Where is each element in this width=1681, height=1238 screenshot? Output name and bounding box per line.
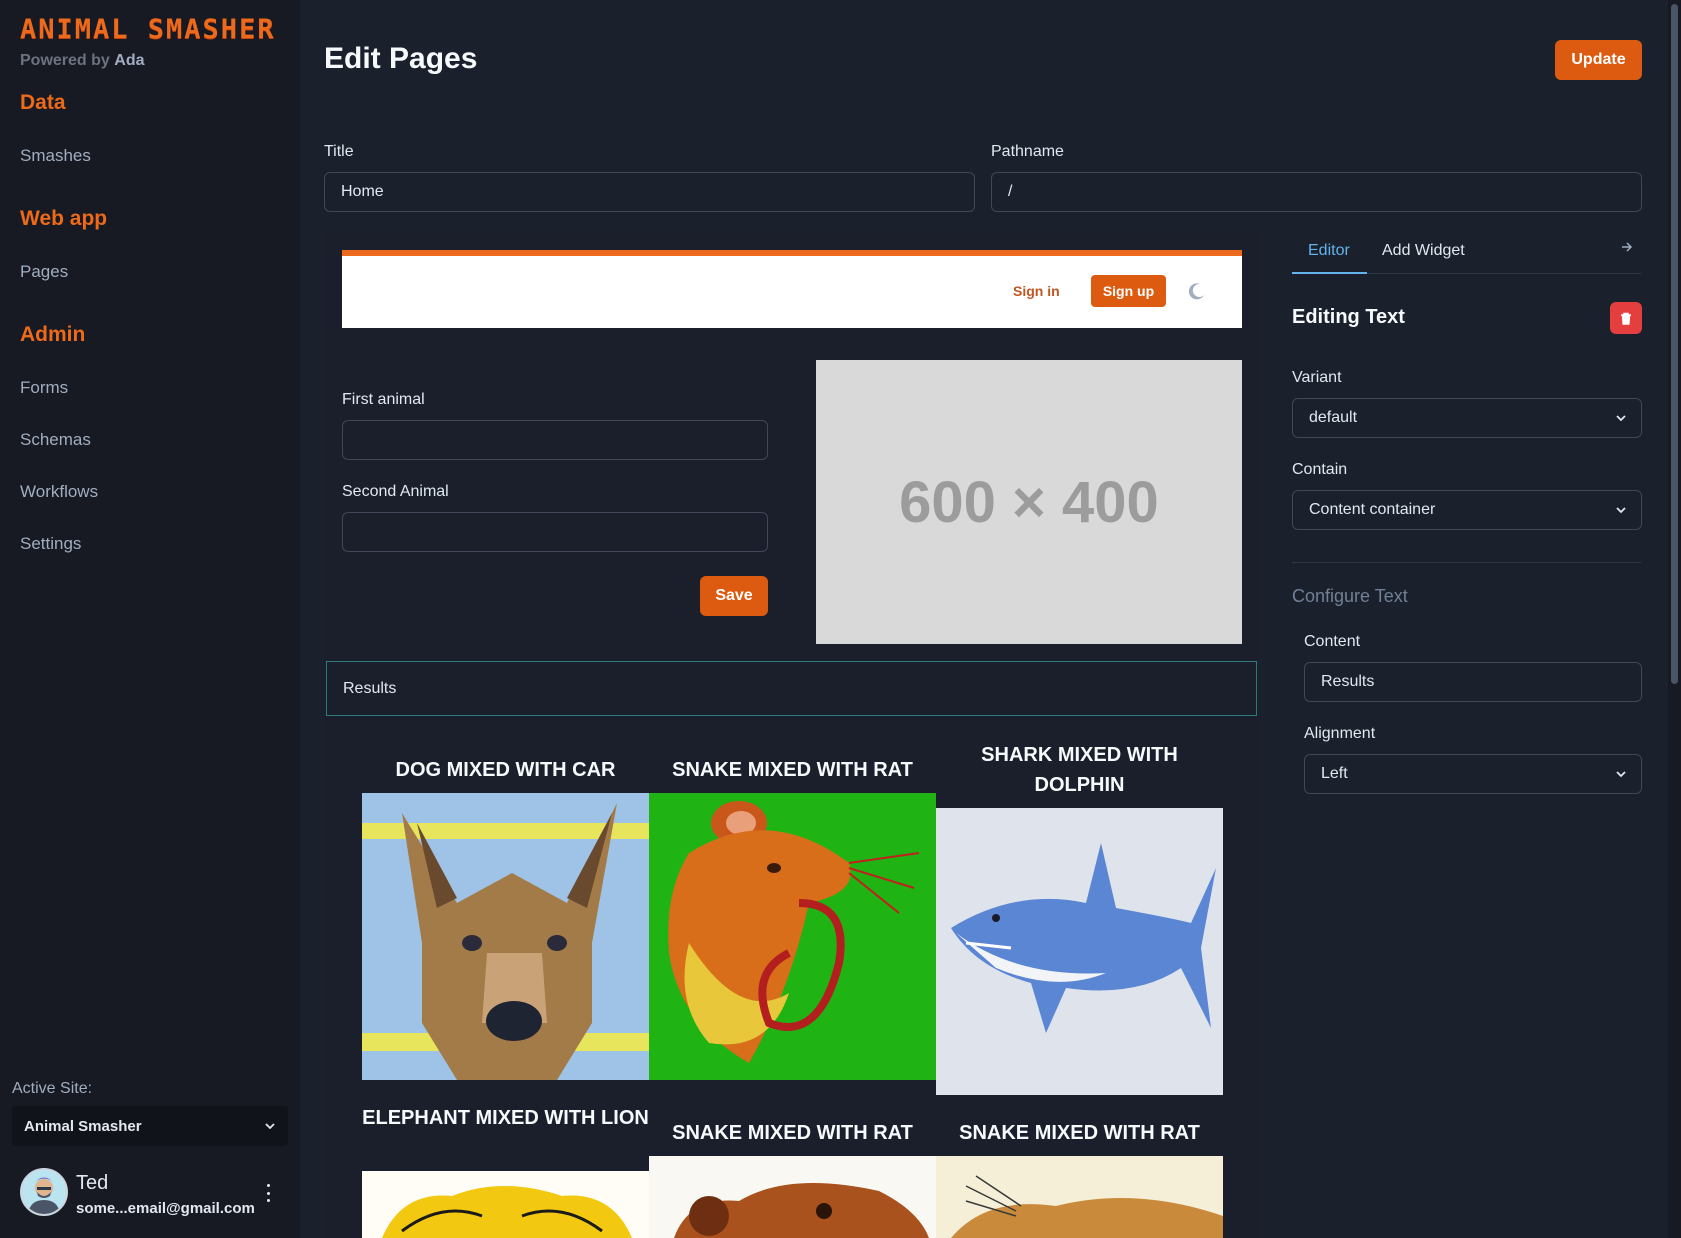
pathname-input[interactable]: / (991, 172, 1642, 212)
alignment-label: Alignment (1304, 725, 1376, 742)
card-image-snake-rat-3[interactable] (936, 1156, 1223, 1238)
alignment-select[interactable]: Left (1304, 754, 1642, 794)
chevron-down-icon (1616, 415, 1626, 422)
moon-icon[interactable] (1188, 282, 1206, 300)
scrollbar[interactable] (1668, 0, 1681, 1238)
signin-link[interactable]: Sign in (1013, 283, 1060, 299)
sidebar-item-forms[interactable]: Forms (20, 378, 68, 398)
sidebar: ANIMAL SMASHER Powered by Ada Data Smash… (0, 0, 300, 1238)
card-title: ELEPHANT MIXED WITH LION (362, 1107, 649, 1129)
scrollbar-thumb[interactable] (1671, 4, 1678, 684)
card-title: DOG MIXED WITH CAR (395, 759, 616, 781)
brand-logo: ANIMAL SMASHER (20, 14, 276, 45)
trash-icon (1621, 312, 1631, 325)
tab-editor[interactable]: Editor (1308, 242, 1350, 260)
active-tab-indicator (1292, 272, 1367, 274)
configure-heading: Configure Text (1292, 586, 1408, 606)
title-input[interactable]: Home (324, 172, 975, 212)
alignment-value: Left (1321, 765, 1348, 782)
section-web-app: Web app (20, 207, 108, 230)
results-text-widget[interactable]: Results (326, 661, 1257, 716)
editor-tabs: Editor Add Widget (1292, 236, 1641, 274)
arrow-right-icon[interactable] (1620, 240, 1634, 254)
pathname-label: Pathname (991, 143, 1064, 160)
save-button[interactable]: Save (700, 576, 768, 616)
more-vertical-icon[interactable] (262, 1184, 274, 1202)
contain-value: Content container (1309, 501, 1436, 518)
avatar[interactable] (20, 1168, 68, 1216)
contain-select[interactable]: Content container (1292, 490, 1642, 530)
tab-add-widget[interactable]: Add Widget (1382, 242, 1465, 260)
first-animal-input[interactable] (342, 420, 768, 460)
sidebar-item-settings[interactable]: Settings (20, 534, 81, 554)
chevron-down-icon (1616, 507, 1626, 514)
placeholder-image[interactable]: 600 × 400 (816, 360, 1242, 644)
card-image-snake-rat-2[interactable] (649, 1156, 936, 1238)
sidebar-item-schemas[interactable]: Schemas (20, 430, 91, 450)
card-image-snake-rat[interactable] (649, 793, 936, 1080)
contain-label: Contain (1292, 461, 1348, 478)
editing-title: Editing Text (1292, 306, 1405, 328)
delete-widget-button[interactable] (1610, 302, 1642, 334)
section-data: Data (20, 91, 66, 114)
page-title: Edit Pages (324, 42, 478, 75)
content-input[interactable]: Results (1304, 662, 1642, 702)
variant-select[interactable]: default (1292, 398, 1642, 438)
variant-value: default (1309, 409, 1358, 426)
signup-button[interactable]: Sign up (1091, 275, 1166, 307)
card-title: SNAKE MIXED WITH RAT (672, 759, 913, 781)
first-animal-label: First animal (342, 391, 425, 408)
active-site-value: Animal Smasher (24, 1117, 142, 1135)
card-title: SNAKE MIXED WITH RAT (959, 1122, 1200, 1144)
powered-name: Ada (114, 52, 145, 69)
second-animal-input[interactable] (342, 512, 768, 552)
section-admin: Admin (20, 323, 86, 346)
title-label: Title (324, 143, 354, 160)
user-email: some...email@gmail.com (76, 1200, 255, 1217)
active-site-select[interactable]: Animal Smasher (12, 1106, 288, 1146)
sidebar-item-smashes[interactable]: Smashes (20, 146, 91, 166)
card-title: SHARK MIXED WITH DOLPHIN (981, 744, 1178, 796)
card-image-dog[interactable] (362, 793, 649, 1080)
card-title: SNAKE MIXED WITH RAT (672, 1122, 913, 1144)
user-name: Ted (76, 1172, 109, 1194)
sidebar-item-pages[interactable]: Pages (20, 262, 68, 282)
update-button[interactable]: Update (1555, 40, 1642, 80)
divider (1292, 562, 1641, 563)
content-label: Content (1304, 633, 1361, 650)
chevron-down-icon (265, 1123, 275, 1130)
variant-label: Variant (1292, 369, 1342, 386)
second-animal-label: Second Animal (342, 483, 449, 500)
powered-prefix: Powered by (20, 52, 110, 69)
powered-by: Powered by Ada (20, 52, 145, 70)
card-image-shark-dolphin[interactable] (936, 808, 1223, 1095)
sidebar-item-workflows[interactable]: Workflows (20, 482, 98, 502)
chevron-down-icon (1616, 771, 1626, 778)
card-image-elephant-lion[interactable] (362, 1171, 649, 1238)
active-site-label: Active Site: (12, 1080, 93, 1097)
